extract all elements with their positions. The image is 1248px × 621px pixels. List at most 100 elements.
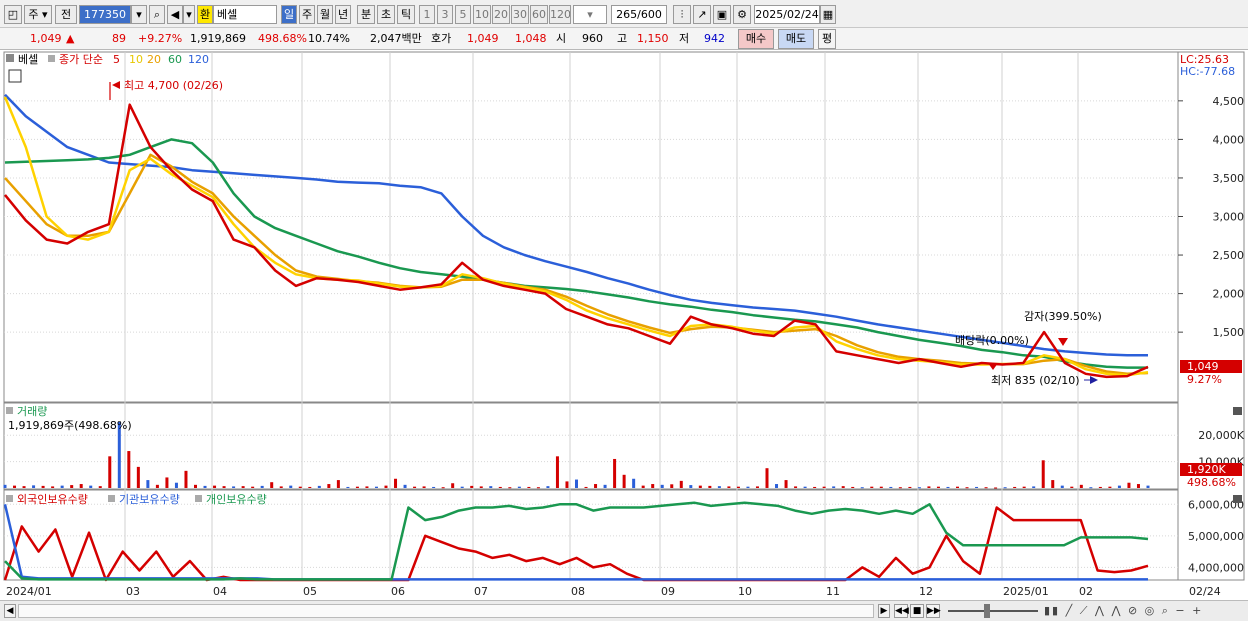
volume-bar [1013, 486, 1017, 488]
minute-3[interactable]: 3 [437, 5, 453, 24]
period-week[interactable]: 주 [299, 5, 315, 24]
stock-code-input[interactable]: 177350 [79, 5, 131, 24]
open-label: 시 [556, 32, 567, 45]
custom-period-select[interactable]: ▾ [573, 5, 607, 24]
fast-forward-icon[interactable]: ▶▶ [926, 604, 941, 618]
window-menu-icon[interactable]: ◰ [4, 5, 22, 24]
period-day[interactable]: 일 [281, 5, 297, 24]
period-minute[interactable]: 분 [357, 5, 375, 24]
volume-bar [975, 486, 979, 488]
candle-type-icon[interactable]: ⫶ [673, 5, 691, 24]
code-dropdown-icon[interactable]: ▾ [131, 5, 147, 24]
speaker-icon[interactable]: ◀ [167, 5, 183, 24]
legend-foreign: 외국인보유수량 [17, 493, 88, 506]
price-y-tick-label: 3,500 [1213, 172, 1245, 185]
low-label: 저 [679, 32, 690, 45]
volume-bar [822, 486, 826, 488]
currency-badge: 환 [197, 5, 213, 24]
period-tick[interactable]: 틱 [397, 5, 415, 24]
market-select[interactable]: 주 ▾ [24, 5, 52, 24]
save-icon[interactable]: ▣ [713, 5, 731, 24]
zoom-slider-handle[interactable] [984, 604, 990, 618]
event-capital-reduction: 감자(399.50%) [1024, 310, 1102, 323]
type-select[interactable]: 전 [55, 5, 77, 24]
legend-ma-icon [48, 55, 55, 62]
buy-button[interactable]: 매수 [738, 29, 774, 49]
minute-60[interactable]: 60 [530, 5, 548, 24]
volume-bar [98, 486, 102, 488]
period-year[interactable]: 년 [335, 5, 351, 24]
volume-bar [32, 485, 36, 488]
x-tick-label: 04 [213, 585, 227, 598]
x-tick-label: 03 [126, 585, 140, 598]
x-tick-label: 05 [303, 585, 317, 598]
calendar-icon[interactable]: ▦ [820, 5, 836, 24]
volume-bar [1098, 486, 1102, 488]
volume-bar [889, 486, 893, 488]
volume-current-tag-text: 1,920K [1187, 463, 1226, 476]
volume-bar [470, 485, 474, 488]
volume-panel-close-icon[interactable] [1233, 407, 1242, 415]
volume-bar [327, 484, 331, 488]
volume-bar [851, 486, 855, 488]
search-icon[interactable]: ⌕ [149, 5, 165, 24]
volume-bar [755, 486, 759, 488]
stock-chart[interactable]: 2024/01 03 04 05 06 07 08 09 10 11 12 2025/01 02 02/2… [0, 50, 1248, 600]
x-tick-label: 09 [661, 585, 675, 598]
zoom-slider-track[interactable] [948, 610, 1038, 612]
scroll-right-icon[interactable]: ▶ [878, 604, 890, 618]
volume-bar [355, 486, 359, 488]
legend-square-icon [6, 54, 14, 62]
market-label: 주 [28, 8, 39, 21]
settings-gear-icon[interactable]: ⚙ [733, 5, 751, 24]
scroll-left-icon[interactable]: ◀ [4, 604, 16, 618]
open-price: 960 [582, 32, 603, 45]
volume-bar [194, 484, 197, 488]
legend-ma-5: 5 [113, 53, 120, 66]
volume-bar [232, 486, 236, 488]
table-toggle-icon[interactable] [8, 69, 22, 83]
minute-30[interactable]: 30 [511, 5, 529, 24]
count-field[interactable]: 265/600 [611, 5, 667, 24]
volume-bar [1003, 487, 1007, 489]
volume-bar [689, 485, 693, 488]
minute-5[interactable]: 5 [455, 5, 471, 24]
volume-bar [613, 458, 617, 488]
volume-bar [374, 486, 378, 488]
volume-bar [413, 486, 417, 488]
holding-y-tick-label: 4,000,000 [1188, 561, 1244, 574]
sell-button[interactable]: 매도 [778, 29, 814, 49]
drawing-tools-icon[interactable]: ▮▮ ╱ ⟋ ⋀ ⋀ ⊘ ◎ ⌕ − + [1044, 603, 1240, 619]
volume-bar [136, 466, 140, 488]
volume-bar [260, 485, 264, 488]
stock-name-field[interactable]: 베셀 [213, 5, 277, 24]
period-month[interactable]: 월 [317, 5, 333, 24]
evaluation-button[interactable]: 평 [818, 29, 836, 49]
volume-bar [641, 485, 645, 488]
holding-panel-close-icon[interactable] [1233, 495, 1242, 503]
minute-20[interactable]: 20 [492, 5, 510, 24]
volume-bar [270, 482, 274, 488]
stop-icon[interactable]: ■ [910, 604, 924, 618]
x-tick-label: 06 [391, 585, 405, 598]
volume-bar [908, 486, 912, 488]
price-y-tick-label: 1,500 [1213, 326, 1245, 339]
volume-bar [479, 486, 483, 488]
volume-bar [651, 484, 655, 488]
minute-120[interactable]: 120 [549, 5, 571, 24]
rewind-icon[interactable]: ◀◀ [894, 604, 909, 618]
legend-ma-label: 종가 단순 [59, 53, 103, 66]
line-tool-icon[interactable]: ↗ [693, 5, 711, 24]
volume-bar [222, 486, 226, 488]
volume-bar [1079, 484, 1083, 488]
volume-bar [765, 468, 769, 488]
period-second[interactable]: 초 [377, 5, 395, 24]
speaker-dropdown-icon[interactable]: ▾ [183, 5, 195, 24]
minute-10[interactable]: 10 [473, 5, 491, 24]
ask-price: 1,049 [467, 32, 499, 45]
date-field[interactable]: 2025/02/24 [754, 5, 820, 24]
minute-1[interactable]: 1 [419, 5, 435, 24]
ask-label: 호가 [431, 32, 452, 45]
main-toolbar: ◰ 주 ▾ 전 177350 ▾ ⌕ ◀ ▾ 환 베셀 일 주 월 년 분 초 … [0, 0, 1248, 28]
horizontal-scrollbar[interactable] [18, 604, 874, 618]
